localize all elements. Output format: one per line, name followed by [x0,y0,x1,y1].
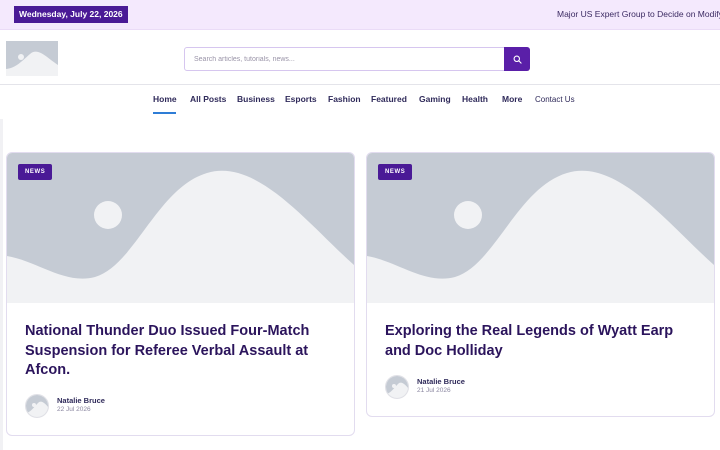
nav-item-gaming[interactable]: Gaming [419,94,451,104]
search-button[interactable] [504,47,530,71]
nav-item-fashion[interactable]: Fashion [328,94,361,104]
nav-item-featured[interactable]: Featured [371,94,407,104]
article-card[interactable]: NEWS National Thunder Duo Issued Four-Ma… [6,152,355,436]
avatar[interactable] [385,375,409,399]
search-icon [513,55,522,64]
nav-item-business[interactable]: Business [237,94,275,104]
search-bar [184,47,530,71]
nav-item-contact-us[interactable]: Contact Us [535,95,575,104]
article-title[interactable]: National Thunder Duo Issued Four-Match S… [25,322,325,381]
site-logo[interactable] [6,41,58,76]
image-placeholder-icon[interactable] [367,153,714,303]
main-nav: Home All Posts Business Esports Fashion … [0,85,720,119]
news-ticker[interactable]: Major US Expert Group to Decide on Modif… [557,9,720,19]
nav-item-home[interactable]: Home [153,94,177,104]
date-badge: Wednesday, July 22, 2026 [14,6,128,23]
avatar-placeholder-icon [26,395,48,417]
post-date: 22 Jul 2026 [57,406,91,413]
nav-active-indicator [153,112,176,114]
search-input[interactable] [185,48,505,70]
category-badge[interactable]: NEWS [18,164,53,180]
post-date: 21 Jul 2026 [417,387,451,394]
nav-item-health[interactable]: Health [462,94,488,104]
category-badge[interactable]: NEWS [378,164,413,180]
author-name[interactable]: Natalie Bruce [417,377,465,386]
top-bar: Wednesday, July 22, 2026 Major US Expert… [0,0,720,30]
nav-item-esports[interactable]: Esports [285,94,317,104]
nav-item-all-posts[interactable]: All Posts [190,94,226,104]
site-header [0,30,720,85]
avatar[interactable] [25,394,49,418]
article-title[interactable]: Exploring the Real Legends of Wyatt Earp… [385,322,685,361]
image-placeholder-icon [6,41,58,76]
image-placeholder-icon[interactable] [7,153,354,303]
page-edge [0,119,3,450]
author-name[interactable]: Natalie Bruce [57,396,105,405]
nav-item-more[interactable]: More [502,94,522,104]
article-card[interactable]: NEWS Exploring the Real Legends of Wyatt… [366,152,715,417]
avatar-placeholder-icon [386,376,408,398]
